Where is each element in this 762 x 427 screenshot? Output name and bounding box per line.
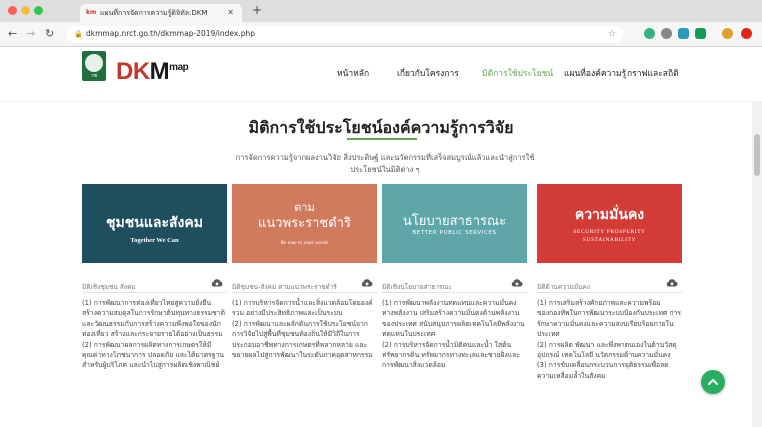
card-community: ชุมชนและสังคม Together We Can มิติเชิงชุ… [82, 184, 227, 369]
forward-icon[interactable]: → [26, 27, 35, 41]
address-bar[interactable]: 🔒 dkmmap.nrct.go.th/dkmmap-2019/index.ph… [66, 26, 624, 42]
card-description: (1) การบริหารจัดการน้ำและสิ่งแวดล้อมโดยอ… [232, 299, 373, 360]
scrollbar-thumb[interactable] [754, 134, 760, 176]
nav-about[interactable]: เกี่ยวกับโครงการ [397, 68, 459, 80]
card-category: มิติด้านความมั่นคง [537, 283, 591, 291]
cloud-download-icon[interactable] [361, 277, 373, 289]
card-security: ความมั่นคง SECURITY PROSPERITY SUSTAINAB… [537, 184, 682, 380]
card-divider [382, 292, 527, 293]
card-description: (1) การเสริมสร้างศักยภาพและความพร้อมของก… [537, 299, 682, 380]
profile-avatar-icon[interactable] [722, 28, 733, 39]
nav-home[interactable]: หน้าหลัก [337, 68, 369, 80]
card-category: มิติเชิงนโยบายสาธารณะ [382, 283, 452, 291]
extension-green-icon[interactable] [644, 28, 655, 39]
close-window-button[interactable] [8, 6, 17, 15]
chevron-up-icon [708, 379, 718, 385]
maximize-window-button[interactable] [34, 6, 43, 15]
banner-public-policy[interactable]: นโยบายสาธารณะ BETTER PUBLIC SERVICES [382, 184, 527, 263]
tab-title: แผนที่การจัดการความรู้ดิจิทัล:DKM [100, 9, 208, 17]
nrct-emblem-logo[interactable]: วช [82, 51, 106, 81]
card-description: (1) การพัฒนาพลังงานทดแทนและความมั่นคงทาง… [382, 299, 525, 370]
card-category: มิติชุมชน-สังคม ตามแนวพระราชดำริ [232, 283, 337, 291]
minimize-window-button[interactable] [21, 6, 30, 15]
page-scrollbar[interactable] [752, 101, 762, 427]
browser-toolbar: ← → ↻ 🔒 dkmmap.nrct.go.th/dkmmap-2019/in… [0, 22, 762, 47]
new-tab-icon[interactable]: + [252, 3, 262, 17]
title-underline [347, 138, 417, 140]
card-divider [82, 292, 227, 293]
browser-tabbar: km แผนที่การจัดการความรู้ดิจิทัล:DKM ✕ + [0, 0, 762, 22]
reload-icon[interactable]: ↻ [45, 27, 54, 41]
card-category: มิติเชิงชุมชน สังคม [82, 283, 136, 291]
close-tab-icon[interactable]: ✕ [227, 4, 234, 22]
card-public-policy: นโยบายสาธารณะ BETTER PUBLIC SERVICES มิต… [382, 184, 527, 369]
site-header: วช DKMmap หน้าหลัก เกี่ยวกับโครงการ มิติ… [0, 47, 762, 102]
back-icon[interactable]: ← [8, 27, 17, 41]
nav-knowledge-map[interactable]: แผนที่องค์ความรู้ [564, 68, 626, 80]
bookmark-star-icon[interactable]: ☆ [608, 26, 616, 42]
opera-icon[interactable] [741, 28, 752, 39]
card-divider [537, 292, 682, 293]
url-text: dkmmap.nrct.go.th/dkmmap-2019/index.php [86, 29, 255, 38]
back-to-top-button[interactable] [701, 370, 725, 394]
extension-sheets-icon[interactable] [695, 28, 706, 39]
section-lead: การจัดการความรู้จากผลงานวิจัย สิ่งประดิษ… [235, 153, 535, 174]
cloud-download-icon[interactable] [511, 277, 523, 289]
nav-graphs-stats[interactable]: กราฟและสถิติ [627, 68, 679, 80]
card-divider [232, 292, 377, 293]
cloud-download-icon[interactable] [666, 277, 678, 289]
card-royal-initiative: ตาม แนวพระราชดำริ Be true to your words … [232, 184, 377, 359]
browser-tab[interactable]: km แผนที่การจัดการความรู้ดิจิทัล:DKM ✕ [80, 4, 242, 22]
cloud-download-icon[interactable] [211, 277, 223, 289]
banner-community[interactable]: ชุมชนและสังคม Together We Can [82, 184, 227, 263]
extension-gray-icon[interactable] [661, 28, 672, 39]
favicon-icon: km [86, 9, 97, 16]
extension-teal-icon[interactable] [678, 28, 689, 39]
banner-royal-initiative[interactable]: ตาม แนวพระราชดำริ Be true to your words [232, 184, 377, 263]
dkm-map-logo[interactable]: DKMmap [116, 55, 189, 85]
banner-security[interactable]: ความมั่นคง SECURITY PROSPERITY SUSTAINAB… [537, 184, 682, 263]
card-description: (1) การพัฒนาการท่องเที่ยวไทยสู่ความยั่งย… [82, 299, 225, 370]
nav-utilization[interactable]: มิติการใช้ประโยชน์ [482, 68, 553, 80]
lock-icon: 🔒 [74, 30, 83, 38]
